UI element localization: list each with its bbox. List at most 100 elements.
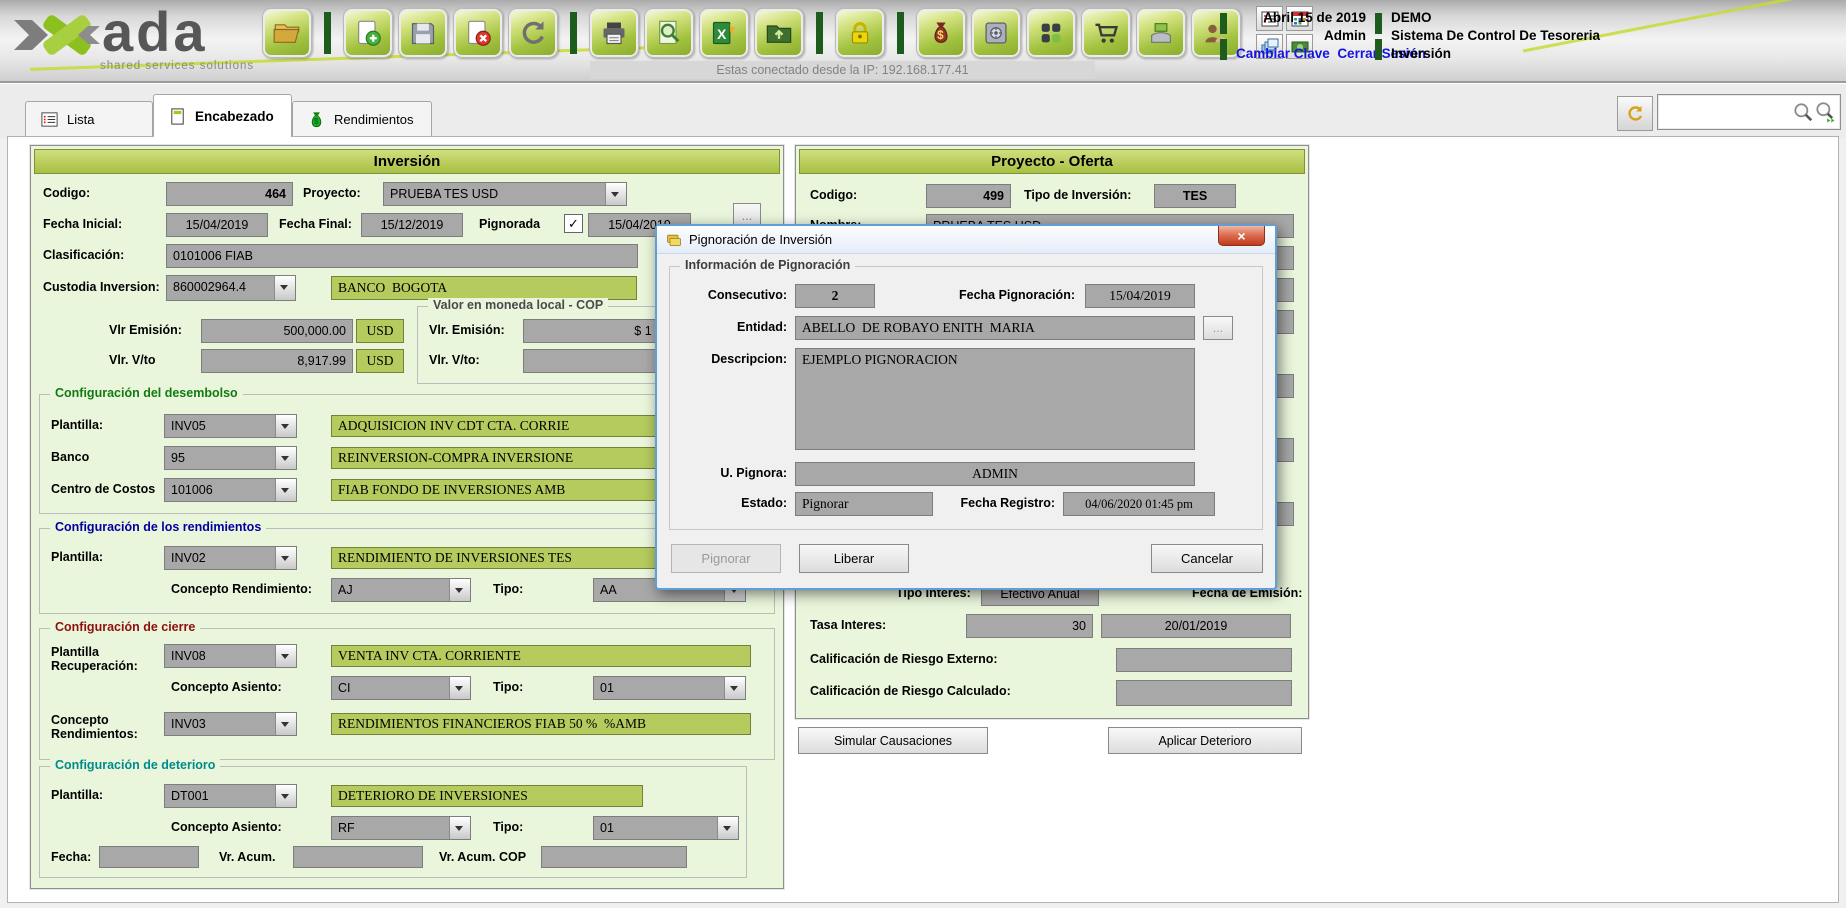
tipo-cierre-select[interactable]: 01 <box>593 676 746 700</box>
search-input[interactable] <box>1662 104 1792 121</box>
preview-button[interactable] <box>644 8 694 58</box>
plantilla-recuperacion-desc[interactable]: VENTA INV CTA. CORRIENTE <box>331 645 751 667</box>
riesgo-externo-field[interactable] <box>1116 648 1292 672</box>
dropdown-arrow-icon[interactable] <box>275 785 296 807</box>
tab-encabezado[interactable]: Encabezado <box>153 94 292 137</box>
entidad-field[interactable]: ABELLO DE ROBAYO ENITH MARIA <box>795 316 1195 340</box>
clasificacion-field[interactable]: 0101006 FIAB <box>166 244 638 268</box>
vlr-vto-field[interactable]: 8,917.99 <box>201 349 353 373</box>
money-bag-button[interactable]: $ <box>916 8 966 58</box>
dropdown-arrow-icon[interactable] <box>275 447 296 469</box>
lock-button[interactable] <box>835 8 885 58</box>
desembolso-group-title: Configuración del desembolso <box>50 386 243 400</box>
deterioro-group-title: Configuración de deterioro <box>50 758 220 772</box>
fecha-inicial-field[interactable]: 15/04/2019 <box>166 213 268 237</box>
modules-button[interactable] <box>1026 8 1076 58</box>
u-pignora-field[interactable]: ADMIN <box>795 462 1195 486</box>
concepto-rend-select[interactable]: AJ <box>331 578 471 602</box>
plantilla-desembolso-select[interactable]: INV05 <box>164 414 297 438</box>
vr-acum-cop-field[interactable] <box>541 846 687 868</box>
import-button[interactable] <box>754 8 804 58</box>
tipo-inversion-field[interactable]: TES <box>1154 184 1236 208</box>
dropdown-arrow-icon[interactable] <box>275 645 296 667</box>
plantilla-deterioro-desc[interactable]: DETERIORO DE INVERSIONES <box>331 785 643 807</box>
plantilla-rend-select[interactable]: INV02 <box>164 546 297 570</box>
close-button[interactable]: × <box>1218 226 1265 246</box>
entidad-browse-button[interactable]: ... <box>1203 316 1233 340</box>
dropdown-arrow-icon[interactable] <box>449 579 470 601</box>
cart-button[interactable] <box>1081 8 1131 58</box>
dropdown-arrow-icon[interactable] <box>724 677 745 699</box>
centro-costos-select[interactable]: 101006 <box>164 478 297 502</box>
consecutivo-field[interactable]: 2 <box>795 284 875 308</box>
open-button[interactable] <box>262 8 312 58</box>
undo-button[interactable] <box>508 8 558 58</box>
estado-field[interactable]: Pignorar <box>795 492 933 516</box>
vr-acum-field[interactable] <box>293 846 423 868</box>
dropdown-arrow-icon[interactable] <box>449 677 470 699</box>
close-icon: × <box>1237 228 1245 244</box>
pignorar-button[interactable]: Pignorar <box>671 544 781 573</box>
folder-open-icon <box>273 19 301 47</box>
proyecto-codigo-field[interactable]: 499 <box>926 184 1011 208</box>
custodia-nombre-field[interactable]: BANCO BOGOTA <box>331 276 637 300</box>
custodia-select[interactable]: 860002964.4 <box>166 275 296 301</box>
dialog-title: Pignoración de Inversión <box>689 232 832 247</box>
liberar-button[interactable]: Liberar <box>799 544 909 573</box>
vlr-emision-moneda[interactable]: USD <box>356 319 404 343</box>
save-button[interactable] <box>398 8 448 58</box>
delete-document-icon <box>464 19 492 47</box>
concepto-rendimientos-label: Concepto Rendimientos: <box>51 714 159 741</box>
tasa-fecha-field[interactable]: 20/01/2019 <box>1101 614 1291 638</box>
print-button[interactable] <box>589 8 639 58</box>
export-excel-button[interactable]: X <box>699 8 749 58</box>
tab-rendimientos[interactable]: $ Rendimientos <box>292 101 432 136</box>
search-icon[interactable] <box>1792 101 1814 123</box>
plantilla-deterioro-select[interactable]: DT001 <box>164 784 297 808</box>
tab-lista[interactable]: Lista <box>25 101 153 136</box>
concepto-rendimientos-select[interactable]: INV03 <box>164 712 297 736</box>
codigo-field[interactable]: 464 <box>166 182 293 206</box>
cancelar-button[interactable]: Cancelar <box>1151 544 1263 573</box>
search-next-icon[interactable] <box>1814 101 1836 123</box>
vlr-vto-moneda[interactable]: USD <box>356 349 404 373</box>
proyecto-select[interactable]: PRUEBA TES USD <box>383 182 627 206</box>
change-password-link[interactable]: Cambiar Clave <box>1236 46 1330 61</box>
fecha-det-field[interactable] <box>99 846 199 868</box>
safe-button[interactable] <box>971 8 1021 58</box>
aplicar-deterioro-button[interactable]: Aplicar Deterioro <box>1108 727 1302 754</box>
concepto-asiento-det-select[interactable]: RF <box>331 816 471 840</box>
new-button[interactable] <box>343 8 393 58</box>
dropdown-arrow-icon[interactable] <box>717 817 738 839</box>
fecha-final-field[interactable]: 15/12/2019 <box>361 213 463 237</box>
dropdown-arrow-icon[interactable] <box>275 415 296 437</box>
dropdown-arrow-icon[interactable] <box>275 547 296 569</box>
banco-select[interactable]: 95 <box>164 446 297 470</box>
dropdown-arrow-icon[interactable] <box>605 183 626 205</box>
money-bag-icon: $ <box>927 19 955 47</box>
simular-causaciones-button[interactable]: Simular Causaciones <box>798 727 988 754</box>
delete-button[interactable] <box>453 8 503 58</box>
dropdown-arrow-icon[interactable] <box>275 479 296 501</box>
dropdown-arrow-icon[interactable] <box>275 713 296 735</box>
dialog-icon <box>666 232 682 248</box>
tipo-det-select[interactable]: 01 <box>593 816 739 840</box>
toolbar-separator <box>570 12 577 54</box>
fecha-registro-field[interactable]: 04/06/2020 01:45 pm <box>1063 492 1215 516</box>
fecha-pignoracion-field[interactable]: 15/04/2019 <box>1085 284 1195 308</box>
refresh-button[interactable] <box>1617 96 1653 131</box>
concepto-asiento-cierre-select[interactable]: CI <box>331 676 471 700</box>
dropdown-arrow-icon[interactable] <box>274 276 295 300</box>
vr-acum-label: Vr. Acum. <box>219 850 276 864</box>
riesgo-calculado-field[interactable] <box>1116 680 1292 706</box>
environment-label: DEMO <box>1391 9 1600 27</box>
tasa-interes-field[interactable]: 30 <box>966 614 1093 638</box>
descripcion-field[interactable]: EJEMPLO PIGNORACION <box>795 348 1195 450</box>
collect-money-button[interactable] <box>1136 8 1186 58</box>
vlr-emision-field[interactable]: 500,000.00 <box>201 319 353 343</box>
concepto-rendimientos-desc[interactable]: RENDIMIENTOS FINANCIEROS FIAB 50 % %AMB <box>331 713 751 735</box>
pignorada-checkbox[interactable]: ✓ <box>564 214 583 233</box>
estado-label: Estado: <box>679 496 787 510</box>
dropdown-arrow-icon[interactable] <box>449 817 470 839</box>
plantilla-recuperacion-select[interactable]: INV08 <box>164 644 297 668</box>
